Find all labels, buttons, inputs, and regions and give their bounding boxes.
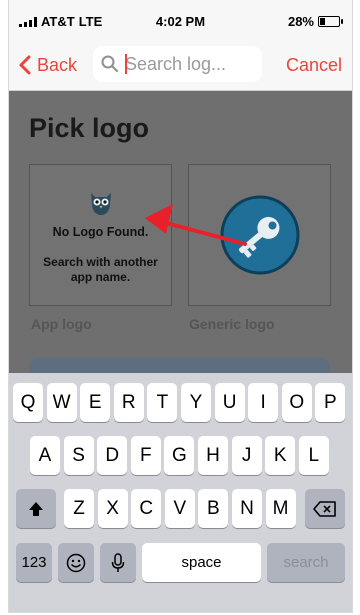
key-y[interactable]: Y xyxy=(181,383,211,422)
key-v[interactable]: V xyxy=(164,489,195,528)
key-f[interactable]: F xyxy=(130,436,161,475)
key-h[interactable]: H xyxy=(198,436,228,475)
space-key[interactable]: space xyxy=(142,543,261,582)
key-x[interactable]: X xyxy=(97,489,128,528)
text-cursor xyxy=(125,54,127,74)
emoji-icon xyxy=(66,553,86,572)
keyboard-row-bottom: 123 space search xyxy=(9,543,352,583)
annotation-arrow xyxy=(145,204,247,246)
key-k[interactable]: K xyxy=(265,436,296,475)
key-a[interactable]: A xyxy=(30,436,60,475)
search-field[interactable] xyxy=(93,46,262,82)
key-z[interactable]: Z xyxy=(64,489,94,528)
dictation-key[interactable] xyxy=(100,543,136,582)
status-bar: AT&T LTE 4:02 PM 28% xyxy=(9,0,352,40)
chevron-left-icon xyxy=(19,55,31,75)
back-button[interactable]: Back xyxy=(19,48,77,82)
key-c[interactable]: C xyxy=(131,489,162,528)
key-i[interactable]: I xyxy=(248,383,279,422)
key-t[interactable]: T xyxy=(147,383,178,422)
shift-icon xyxy=(29,501,43,516)
key-q[interactable]: Q xyxy=(13,383,43,422)
emoji-key[interactable] xyxy=(58,543,94,582)
key-e[interactable]: E xyxy=(80,383,111,422)
navigation-bar: Back Cancel xyxy=(9,40,352,91)
numbers-key[interactable]: 123 xyxy=(16,543,52,582)
keyboard-row-1: QWERTYUIOP xyxy=(9,383,352,423)
search-icon xyxy=(101,55,118,72)
microphone-icon xyxy=(111,552,125,572)
phone-screen: AT&T LTE 4:02 PM 28% Back Cancel Pick lo… xyxy=(8,0,353,613)
key-g[interactable]: G xyxy=(164,436,195,475)
key-m[interactable]: M xyxy=(265,489,296,528)
search-input[interactable] xyxy=(125,53,245,75)
shift-key[interactable] xyxy=(16,489,56,528)
key-d[interactable]: D xyxy=(97,436,128,475)
cancel-button[interactable]: Cancel xyxy=(286,48,342,82)
battery-icon xyxy=(318,16,343,27)
back-label: Back xyxy=(37,54,78,75)
key-w[interactable]: W xyxy=(46,383,77,422)
backspace-icon xyxy=(313,500,336,517)
search-key[interactable]: search xyxy=(267,543,345,582)
key-l[interactable]: L xyxy=(298,436,329,475)
keyboard: QWERTYUIOP ASDFGHJKL ZXCVBNM 123 space s… xyxy=(9,373,352,612)
key-u[interactable]: U xyxy=(214,383,245,422)
keyboard-row-2: ASDFGHJKL xyxy=(9,436,352,476)
key-p[interactable]: P xyxy=(315,383,346,422)
battery-info: 28% xyxy=(287,14,343,29)
key-r[interactable]: R xyxy=(113,383,144,422)
key-j[interactable]: J xyxy=(231,436,262,475)
key-n[interactable]: N xyxy=(232,489,262,528)
key-b[interactable]: B xyxy=(198,489,229,528)
battery-percent: 28% xyxy=(287,14,314,29)
backspace-key[interactable] xyxy=(305,489,345,528)
key-o[interactable]: O xyxy=(281,383,312,422)
keyboard-row-3: ZXCVBNM xyxy=(9,489,352,529)
key-s[interactable]: S xyxy=(63,436,94,475)
